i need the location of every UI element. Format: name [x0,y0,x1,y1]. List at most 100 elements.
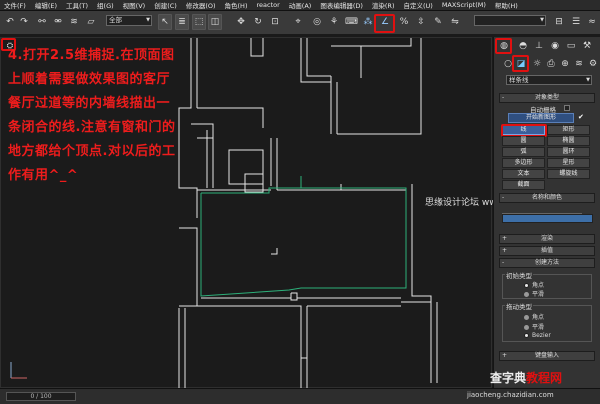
menu-item[interactable]: 组(G) [97,0,114,10]
named-selection-icon[interactable]: ✎ [431,14,445,30]
helix-button[interactable]: 螺旋线 [547,169,590,179]
menu-item[interactable]: 角色(H) [225,0,248,10]
link-icon[interactable]: ⚯ [35,14,49,30]
scale-nonuniform-icon[interactable]: ▱ [84,14,98,30]
keyboard-shortcut-icon[interactable]: ⌨ [344,14,358,30]
shapes-category-highlight-box [512,55,529,72]
chevron-down-icon: ▼ [540,17,544,23]
layer-manager-icon[interactable]: ☰ [569,14,583,30]
select-by-name-icon[interactable]: ≣ [175,14,189,30]
select-move-icon[interactable]: ✥ [234,14,248,30]
helpers-category-icon[interactable]: ⊕ [558,57,572,71]
initial-smooth-label: 平滑 [532,291,545,298]
percent-snap-icon[interactable]: % [397,14,411,30]
start-new-shape-button[interactable]: 开始新图形 [508,113,574,123]
window-crossing-icon[interactable]: ◫ [208,14,222,30]
creation-method-rollout[interactable]: - 创建方法 [499,258,595,268]
selection-filter-dropdown[interactable]: 全部 ▼ [106,15,152,26]
expand-icon: + [502,352,508,359]
section-button[interactable]: 截面 [502,180,545,190]
drag-smooth-label: 平滑 [532,324,545,331]
reference-coordinate-icon[interactable]: ⌖ [291,14,305,30]
rendering-rollout[interactable]: + 渲染 [499,234,595,244]
menu-item[interactable]: 动画(A) [289,0,312,10]
interpolation-rollout-label: 插值 [540,247,553,254]
time-slider[interactable]: 0 / 100 [6,392,76,401]
drag-corner-radio[interactable]: 角点 [524,312,544,321]
systems-category-icon[interactable]: ⚙ [586,57,600,71]
brand-watermark-white: 查字典 [490,371,527,385]
drag-smooth-radio[interactable]: 平滑 [524,322,544,331]
creation-method-rollout-label: 创建方法 [534,259,559,266]
brand-watermark: 查字典教程网 [490,369,562,386]
radio-off-icon [524,292,529,297]
auto-grid-checkbox[interactable] [564,105,570,111]
keyboard-entry-rollout[interactable]: + 键盘输入 [499,351,595,361]
select-manipulate-icon[interactable]: ⚘ [327,14,341,30]
closed-spline-line[interactable] [200,187,407,297]
snap-toggle-icon[interactable]: ⁂ [361,14,375,30]
menu-item[interactable]: reactor [256,1,279,9]
initial-corner-radio[interactable]: 角点 [524,280,544,289]
bind-spacewarp-icon[interactable]: ≋ [67,14,81,30]
ngon-button[interactable]: 多边形 [502,158,545,168]
drag-corner-label: 角点 [532,314,545,321]
object-type-rollout[interactable]: - 对象类型 [499,93,595,103]
rectangular-selection-icon[interactable]: ⬚ [192,14,206,30]
rectangle-button[interactable]: 矩形 [547,125,590,135]
menu-item[interactable]: 修改器(O) [186,0,216,10]
menu-item[interactable]: 工具(T) [66,0,88,10]
menu-item[interactable]: 图表编辑器(D) [320,0,363,10]
align-icon[interactable]: ⊟ [552,14,566,30]
start-new-shape-checkmark-icon[interactable]: ✔ [578,113,584,121]
menu-item[interactable]: 文件(F) [4,0,26,10]
mirror-icon[interactable]: ⇋ [448,14,462,30]
object-color-swatch[interactable] [502,214,593,223]
lights-category-icon[interactable]: ☼ [530,57,544,71]
menu-item[interactable]: 帮助(H) [495,0,518,10]
select-object-icon[interactable]: ↖ [158,14,172,30]
redo-icon[interactable]: ↷ [17,14,31,30]
menu-item[interactable]: 渲染(R) [372,0,395,10]
select-scale-icon[interactable]: ⊡ [268,14,282,30]
radio-off-icon [524,325,529,330]
text-button[interactable]: 文本 [502,169,545,179]
motion-tab-icon[interactable]: ◉ [548,39,562,53]
interpolation-rollout[interactable]: + 插值 [499,246,595,256]
axis-gizmo [10,362,27,379]
curve-editor-icon[interactable]: ≈ [585,14,599,30]
menu-item[interactable]: 自定义(U) [403,0,432,10]
unlink-icon[interactable]: ⚮ [51,14,65,30]
name-color-rollout[interactable]: - 名称和颜色 [499,193,595,203]
hierarchy-tab-icon[interactable]: ⊥ [532,39,546,53]
modify-tab-icon[interactable]: ◓ [516,39,530,53]
menu-item[interactable]: MAXScript(M) [442,1,486,9]
arc-button[interactable]: 弧 [502,147,545,157]
utilities-tab-icon[interactable]: ⚒ [580,39,594,53]
chevron-down-icon: ▼ [586,77,590,83]
rendering-rollout-label: 渲染 [540,235,553,242]
expand-icon: + [502,247,508,254]
radio-off-icon [524,315,529,320]
initial-smooth-radio[interactable]: 平滑 [524,289,544,298]
menu-item[interactable]: 视图(V) [123,0,146,10]
keyboard-entry-rollout-label: 键盘输入 [534,352,559,359]
spinner-snap-icon[interactable]: ⇳ [414,14,428,30]
star-button[interactable]: 星形 [547,158,590,168]
undo-icon[interactable]: ↶ [3,14,17,30]
shape-category-dropdown[interactable]: 样条线 ▼ [506,75,592,85]
initial-corner-label: 角点 [532,282,545,289]
radio-on-icon [524,333,529,338]
menu-item[interactable]: 创建(C) [154,0,177,10]
ellipse-button[interactable]: 椭圆 [547,136,590,146]
spacewarps-category-icon[interactable]: ≋ [572,57,586,71]
pivot-center-icon[interactable]: ◎ [310,14,324,30]
drag-bezier-radio[interactable]: Bezier [524,332,551,339]
display-tab-icon[interactable]: ▭ [564,39,578,53]
circle-button[interactable]: 圆 [502,136,545,146]
cameras-category-icon[interactable]: ⎙ [544,57,558,71]
named-selection-set-dropdown[interactable]: ▼ [474,15,546,26]
select-rotate-icon[interactable]: ↻ [251,14,265,30]
menu-item[interactable]: 编辑(E) [35,0,57,10]
donut-button[interactable]: 圆环 [547,147,590,157]
